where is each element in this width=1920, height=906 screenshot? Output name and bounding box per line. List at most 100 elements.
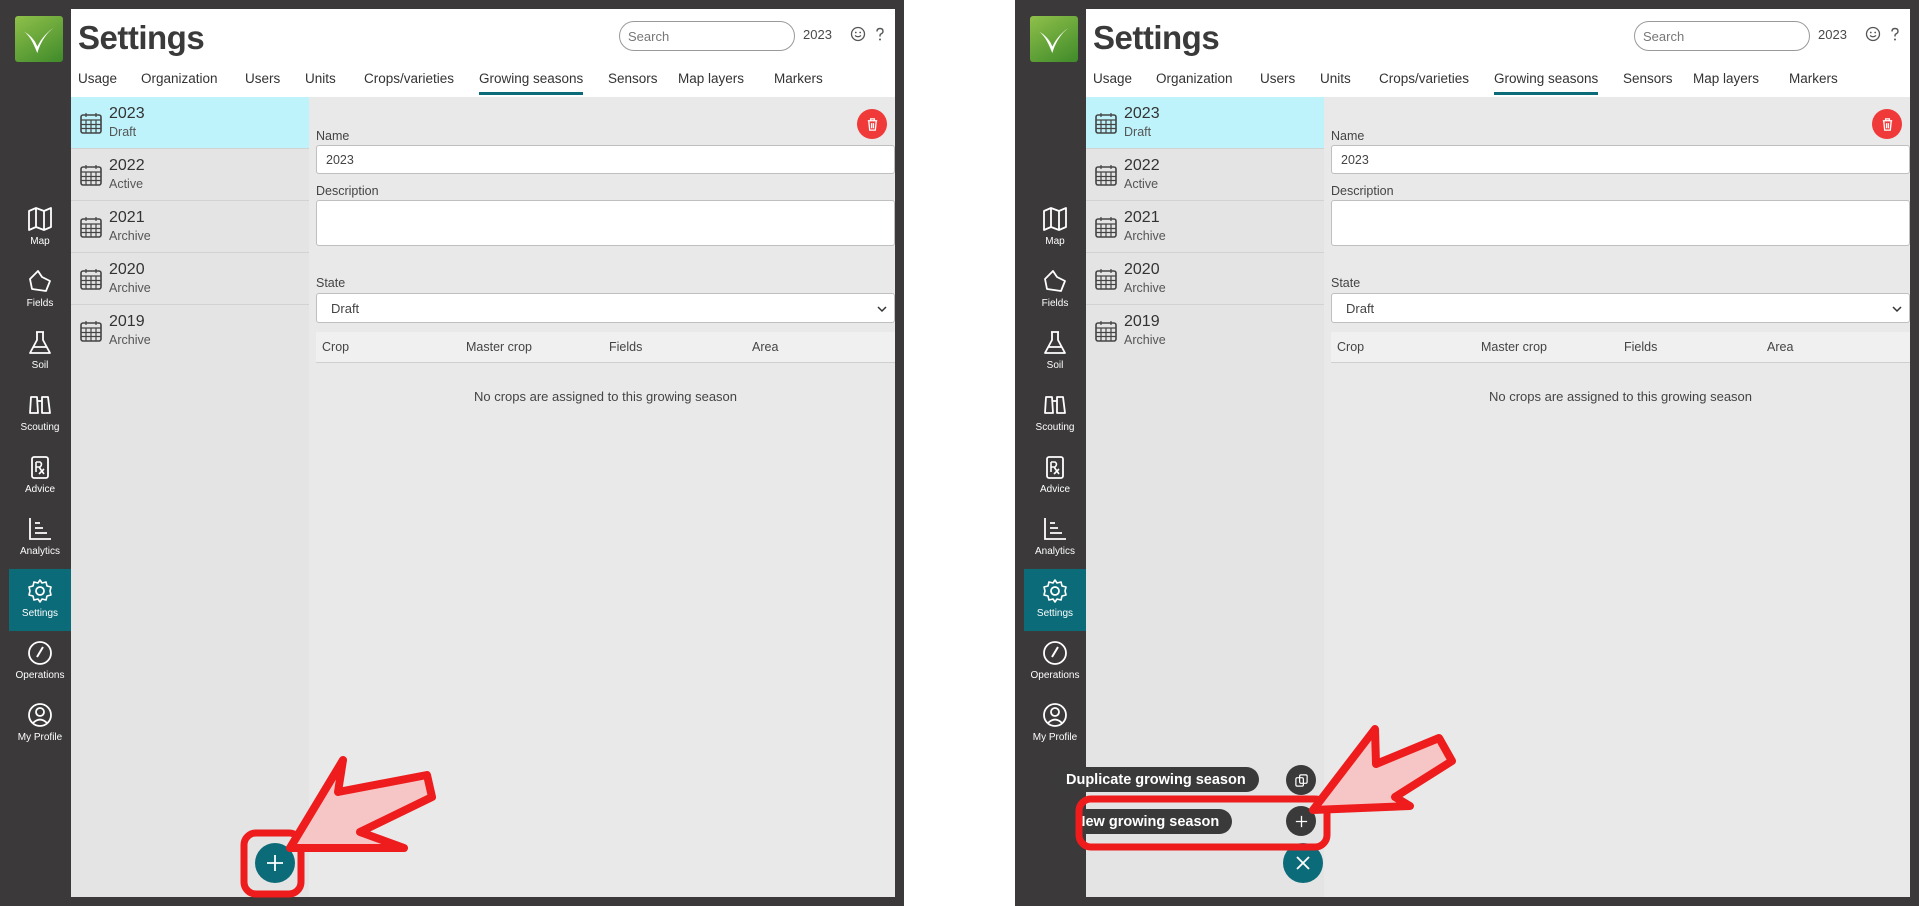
tab-growing-seasons[interactable]: Growing seasons xyxy=(479,71,584,95)
tab-organization[interactable]: Organization xyxy=(141,71,218,92)
tab-units[interactable]: Units xyxy=(1320,71,1351,92)
current-year-selector[interactable]: 2023 xyxy=(1818,27,1847,42)
current-year-selector[interactable]: 2023 xyxy=(803,27,832,42)
trash-icon xyxy=(1882,117,1892,131)
delete-season-button[interactable] xyxy=(1872,109,1902,139)
tab-users[interactable]: Users xyxy=(1260,71,1295,92)
state-select[interactable]: Draft xyxy=(316,293,895,323)
tab-growing-seasons[interactable]: Growing seasons xyxy=(1494,71,1599,95)
sidebar-item-operations[interactable]: Operations xyxy=(1024,631,1086,693)
add-fab-button[interactable] xyxy=(255,843,295,883)
season-year: 2020 xyxy=(109,261,145,278)
logo[interactable] xyxy=(15,16,63,62)
state-select[interactable]: Draft xyxy=(1331,293,1910,323)
sidebar-item-operations[interactable]: Operations xyxy=(9,631,71,693)
tab-markers[interactable]: Markers xyxy=(1789,71,1838,92)
profile-icon xyxy=(28,703,52,727)
name-field[interactable] xyxy=(316,145,895,174)
season-year: 2022 xyxy=(109,157,145,174)
sidebar-item-fields[interactable]: Fields xyxy=(1024,259,1086,321)
column-header-fields: Fields xyxy=(1624,340,1658,354)
sidebar-item-map[interactable]: Map xyxy=(9,197,71,259)
new-growing-season-button[interactable] xyxy=(1286,806,1316,836)
tab-usage[interactable]: Usage xyxy=(78,71,117,92)
season-item-2020[interactable]: 2020 Archive xyxy=(71,253,309,305)
new-growing-season-label[interactable]: New growing season xyxy=(1062,809,1233,834)
state-select-value: Draft xyxy=(1346,301,1375,316)
tab-map-layers[interactable]: Map layers xyxy=(1693,71,1759,92)
map-icon xyxy=(1043,207,1067,231)
season-year: 2019 xyxy=(1124,313,1160,330)
sidebar-item-analytics[interactable]: Analytics xyxy=(1024,507,1086,569)
delete-season-button[interactable] xyxy=(857,109,887,139)
calendar-icon xyxy=(80,165,102,186)
calendar-icon xyxy=(1095,321,1117,342)
season-state: Archive xyxy=(109,229,151,243)
header: Settings 2023 Usage Organization Users U… xyxy=(71,9,895,97)
search-input[interactable] xyxy=(1634,21,1810,51)
sidebar-item-soil[interactable]: Soil xyxy=(1024,321,1086,383)
duplicate-growing-season-button[interactable] xyxy=(1286,765,1316,795)
column-header-master-crop: Master crop xyxy=(1481,340,1547,354)
sidebar-item-map[interactable]: Map xyxy=(1024,197,1086,259)
tab-crops-varieties[interactable]: Crops/varieties xyxy=(364,71,454,92)
name-label: Name xyxy=(316,129,350,143)
season-item-2021[interactable]: 2021 Archive xyxy=(71,201,309,253)
tab-organization[interactable]: Organization xyxy=(1156,71,1233,92)
calendar-icon xyxy=(80,113,102,134)
sidebar-item-advice[interactable]: Advice xyxy=(9,445,71,507)
help-icon[interactable] xyxy=(871,25,889,43)
empty-crops-message: No crops are assigned to this growing se… xyxy=(1488,389,1753,404)
smiley-icon[interactable] xyxy=(1864,25,1882,43)
sidebar-item-settings[interactable]: Settings xyxy=(9,569,71,631)
name-field[interactable] xyxy=(1331,145,1910,174)
sidebar-item-label: Scouting xyxy=(20,422,60,433)
tab-users[interactable]: Users xyxy=(245,71,280,92)
tab-units[interactable]: Units xyxy=(305,71,336,92)
sidebar-item-soil[interactable]: Soil xyxy=(9,321,71,383)
sidebar-item-label: My Profile xyxy=(1032,732,1078,743)
sidebar: Map Fields Soil Scouting Advice Analytic… xyxy=(1024,9,1086,897)
gear-icon xyxy=(28,579,52,603)
season-item-2020[interactable]: 2020 Archive xyxy=(1086,253,1324,305)
season-item-2019[interactable]: 2019 Archive xyxy=(71,305,309,357)
season-item-2021[interactable]: 2021 Archive xyxy=(1086,201,1324,253)
season-item-2019[interactable]: 2019 Archive xyxy=(1086,305,1324,357)
sidebar-item-my-profile[interactable]: My Profile xyxy=(9,693,71,755)
tab-map-layers[interactable]: Map layers xyxy=(678,71,744,92)
search-input[interactable] xyxy=(619,21,795,51)
sidebar-item-analytics[interactable]: Analytics xyxy=(9,507,71,569)
map-icon xyxy=(28,207,52,231)
sidebar-item-label: Analytics xyxy=(1034,546,1075,557)
sidebar-item-settings[interactable]: Settings xyxy=(1024,569,1086,631)
tab-usage[interactable]: Usage xyxy=(1093,71,1132,92)
close-fab-button[interactable] xyxy=(1283,843,1323,883)
sidebar-item-scouting[interactable]: Scouting xyxy=(1024,383,1086,445)
tab-sensors[interactable]: Sensors xyxy=(1623,71,1673,92)
help-icon[interactable] xyxy=(1886,25,1904,43)
sidebar-item-fields[interactable]: Fields xyxy=(9,259,71,321)
header: Settings 2023 Usage Organization Users U… xyxy=(1086,9,1910,97)
tab-sensors[interactable]: Sensors xyxy=(608,71,658,92)
sidebar-item-label: Scouting xyxy=(1035,422,1075,433)
season-item-2023[interactable]: 2023 Draft xyxy=(1086,97,1324,149)
season-item-2022[interactable]: 2022 Active xyxy=(1086,149,1324,201)
sidebar-item-label: Operations xyxy=(1030,670,1080,681)
duplicate-growing-season-label[interactable]: Duplicate growing season xyxy=(1053,767,1259,792)
column-header-area: Area xyxy=(752,340,779,354)
sidebar-item-my-profile[interactable]: My Profile xyxy=(1024,693,1086,755)
tab-crops-varieties[interactable]: Crops/varieties xyxy=(1379,71,1469,92)
page-title: Settings xyxy=(78,19,205,56)
smiley-icon[interactable] xyxy=(849,25,867,43)
description-field[interactable] xyxy=(316,200,895,246)
prescription-icon xyxy=(1046,456,1064,479)
logo[interactable] xyxy=(1030,16,1078,62)
season-state: Active xyxy=(109,177,144,191)
state-select-value: Draft xyxy=(331,301,360,316)
description-field[interactable] xyxy=(1331,200,1910,246)
sidebar-item-scouting[interactable]: Scouting xyxy=(9,383,71,445)
season-item-2022[interactable]: 2022 Active xyxy=(71,149,309,201)
season-item-2023[interactable]: 2023 Draft xyxy=(71,97,309,149)
sidebar-item-advice[interactable]: Advice xyxy=(1024,445,1086,507)
tab-markers[interactable]: Markers xyxy=(774,71,823,92)
